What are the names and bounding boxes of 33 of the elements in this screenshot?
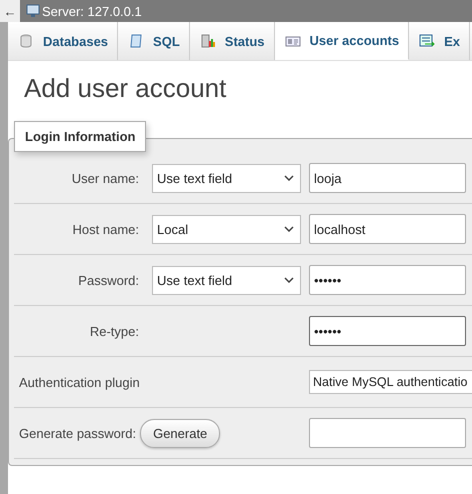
text-field[interactable]: localhost [309,214,466,244]
field-label: Authentication plugin [19,374,140,390]
caret-icon [284,277,294,283]
monitor-icon [26,4,40,18]
database-icon [18,33,34,49]
field-label: User name: [70,170,139,186]
tab[interactable]: Ex [409,22,470,60]
scroll-icon [128,33,144,49]
dropdown[interactable]: Use text field [152,266,301,294]
tab[interactable]: Databases [8,22,118,60]
server-label[interactable]: Server: 127.0.0.1 [42,4,142,18]
text-field[interactable]: looja [309,163,466,193]
export-icon [419,33,436,49]
text-field[interactable]: •••••• [309,265,466,295]
field-label: Generate password: [19,426,136,440]
field-label: Host name: [72,222,139,236]
tab[interactable]: Status [190,22,275,60]
field-label: Re-type: [88,324,139,338]
dropdown[interactable]: Use text field [152,164,301,192]
field-label: Password: [77,272,139,288]
generate-button[interactable]: Generate [140,418,220,448]
dropdown[interactable]: Native MySQL authenticatio [309,370,472,394]
caret-icon [284,226,294,232]
text-field[interactable]: •••••• [309,316,466,346]
caret-icon [284,175,294,181]
fieldset-legend: Login Information [14,121,146,152]
back-button[interactable]: ← [0,0,20,22]
text-field[interactable] [309,418,466,448]
dropdown[interactable]: Local [152,214,301,244]
chart-icon [200,33,216,49]
page-title: Add user account [24,73,228,104]
tab[interactable]: User accounts [274,22,410,60]
tab[interactable]: SQL [118,22,190,60]
